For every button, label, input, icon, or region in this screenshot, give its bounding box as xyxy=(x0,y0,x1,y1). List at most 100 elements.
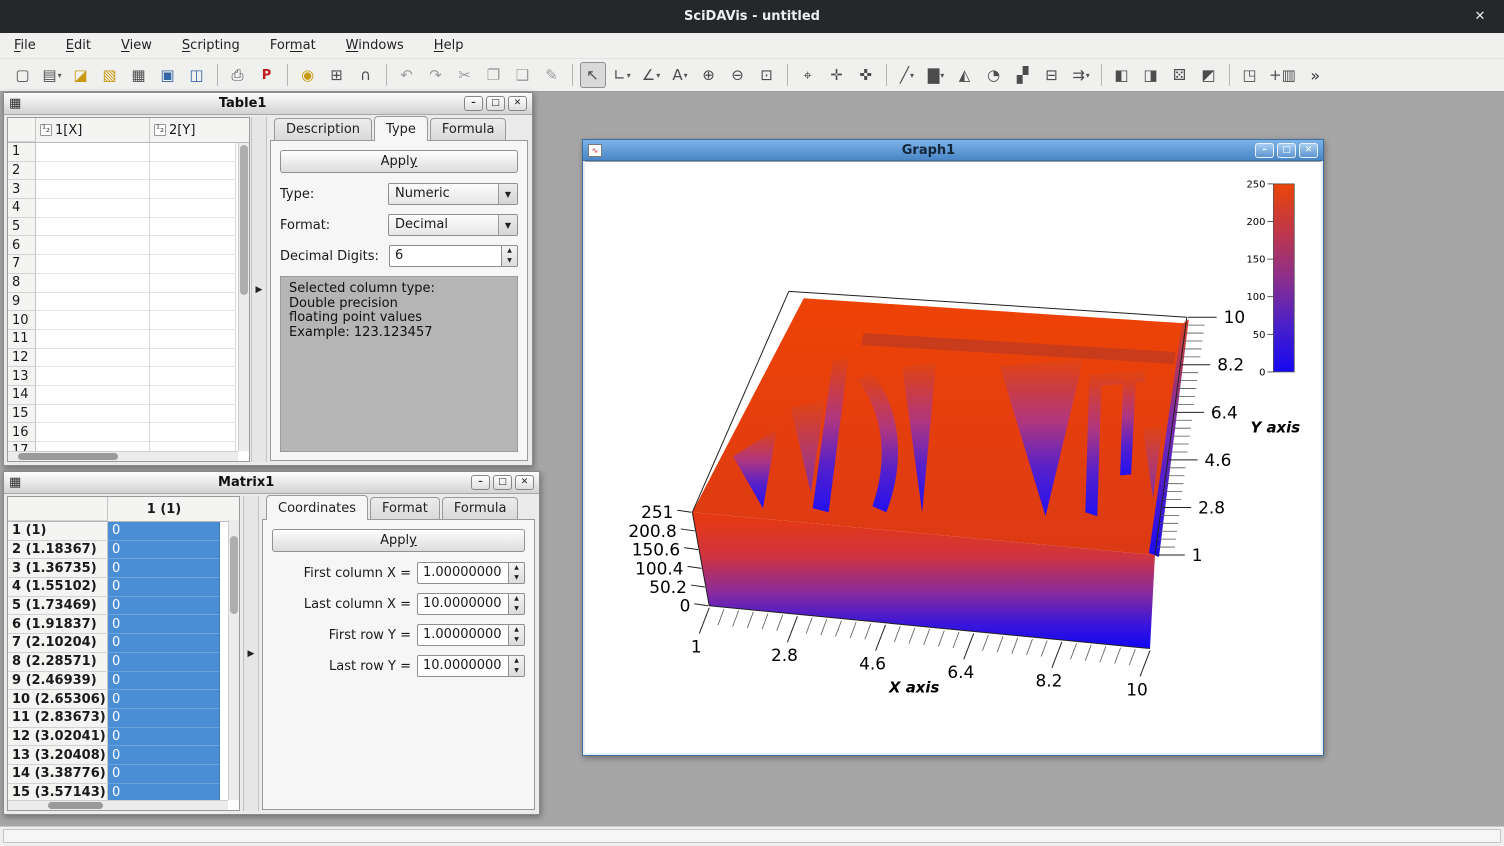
table1-panel-expander[interactable]: ▶ xyxy=(251,117,267,462)
spin-up-icon[interactable]: ▲ xyxy=(509,656,524,666)
graph1-titlebar[interactable]: ∿ Graph1 – □ ✕ xyxy=(583,140,1323,161)
spin-down-icon[interactable]: ▼ xyxy=(509,635,524,645)
spin-up-icon[interactable]: ▲ xyxy=(509,594,524,604)
table-row[interactable]: 8 xyxy=(8,274,249,293)
table-row[interactable]: 14 xyxy=(8,386,249,405)
separator[interactable] xyxy=(1101,64,1102,86)
cell-x[interactable] xyxy=(36,218,150,237)
matrix1-grid[interactable]: 1 (1) 1 (1) 0 2 (1.18367) 0 3 (1.3673 xyxy=(7,496,240,811)
matrix-row[interactable]: 6 (1.91837) 0 xyxy=(8,615,239,634)
print-icon[interactable]: ⎙ xyxy=(225,62,251,88)
undo-icon[interactable]: ↶ xyxy=(394,62,420,88)
cell-y[interactable] xyxy=(150,367,236,386)
table-row[interactable]: 5 xyxy=(8,218,249,237)
import-image-icon[interactable]: ▧ xyxy=(97,62,123,88)
cell-x[interactable] xyxy=(36,293,150,312)
cell-x[interactable] xyxy=(36,180,150,199)
graph1-window[interactable]: ∿ Graph1 – □ ✕ xyxy=(582,139,1324,756)
type-select[interactable]: Numeric ▼ xyxy=(388,183,518,205)
matrix-cell[interactable]: 0 xyxy=(108,709,220,728)
tab-formula[interactable]: Formula xyxy=(442,497,519,520)
matrix-row[interactable]: 4 (1.55102) 0 xyxy=(8,578,239,597)
find-icon[interactable]: ◉ xyxy=(295,62,321,88)
cell-y[interactable] xyxy=(150,386,236,405)
new-project-icon[interactable]: ▢ xyxy=(10,62,36,88)
matrix-cell[interactable]: 0 xyxy=(108,578,220,597)
matrix-cell[interactable]: 0 xyxy=(108,765,220,784)
plot3d-surface-icon[interactable]: ◧ xyxy=(1109,62,1135,88)
matrix-row[interactable]: 8 (2.28571) 0 xyxy=(8,653,239,672)
table-row[interactable]: 7 xyxy=(8,255,249,274)
apply-button[interactable]: Apply xyxy=(272,529,525,552)
matrix-cell[interactable]: 0 xyxy=(108,597,220,616)
cell-x[interactable] xyxy=(36,255,150,274)
save-project-icon[interactable]: ▣ xyxy=(155,62,181,88)
spin-up-icon[interactable]: ▲ xyxy=(509,625,524,635)
table-row[interactable]: 9 xyxy=(8,293,249,312)
lock-icon[interactable]: ∩ xyxy=(353,62,379,88)
matrix-row[interactable]: 12 (3.02041) 0 xyxy=(8,728,239,747)
cell-y[interactable] xyxy=(150,423,236,442)
plot3d-bars-icon[interactable]: ◨ xyxy=(1138,62,1164,88)
zoom-out-icon[interactable]: ⊖ xyxy=(725,62,751,88)
table1-vertical-scrollbar[interactable] xyxy=(238,143,249,451)
matrix-row[interactable]: 2 (1.18367) 0 xyxy=(8,541,239,560)
arrange-layers-icon[interactable]: ∠▾ xyxy=(638,62,664,88)
tab-description[interactable]: Description xyxy=(274,118,372,141)
graph1-canvas[interactable]: 251200.8150.6100.450.2012.84.66.48.210X … xyxy=(585,161,1321,753)
spin-down-icon[interactable]: ▼ xyxy=(509,573,524,583)
apply-button[interactable]: Apply xyxy=(280,150,518,173)
coordinate-stepper[interactable]: 1.00000000 ▲▼ xyxy=(417,624,525,646)
cell-y[interactable] xyxy=(150,162,236,181)
decimal-digits-stepper[interactable]: 6 ▲▼ xyxy=(389,245,518,267)
cell-x[interactable] xyxy=(36,330,150,349)
tab-type[interactable]: Type xyxy=(374,116,428,141)
cell-x[interactable] xyxy=(36,367,150,386)
resize-window-icon[interactable]: ◳ xyxy=(1237,62,1263,88)
cell-y[interactable] xyxy=(150,311,236,330)
matrix-cell[interactable]: 0 xyxy=(108,653,220,672)
matrix1-titlebar[interactable]: ▦ Matrix1 – □ ✕ xyxy=(4,472,539,494)
add-column-icon[interactable]: +▥ xyxy=(1266,62,1300,88)
overflow-icon[interactable]: » xyxy=(1303,62,1329,88)
preferences-table-icon[interactable]: ⊞ xyxy=(324,62,350,88)
save-template-icon[interactable]: ◫ xyxy=(184,62,210,88)
tab-format[interactable]: Format xyxy=(370,497,440,520)
open-project-icon[interactable]: ◪ xyxy=(68,62,94,88)
matrix-row[interactable]: 9 (2.46939) 0 xyxy=(8,672,239,691)
coordinate-stepper[interactable]: 1.00000000 ▲▼ xyxy=(417,562,525,584)
add-text-icon[interactable]: A▾ xyxy=(667,62,693,88)
menu-windows[interactable]: Windows xyxy=(344,36,406,55)
table-row[interactable]: 1 xyxy=(8,143,249,162)
plot-pie-icon[interactable]: ◔ xyxy=(981,62,1007,88)
tab-coordinates[interactable]: Coordinates xyxy=(266,495,368,520)
plot-box-icon[interactable]: ⊟ xyxy=(1039,62,1065,88)
matrix1-panel-expander[interactable]: ▶ xyxy=(243,496,259,811)
plot3d-contour-icon[interactable]: ◩ xyxy=(1196,62,1222,88)
cell-y[interactable] xyxy=(150,293,236,312)
maximize-button[interactable]: □ xyxy=(1277,143,1296,158)
cell-x[interactable] xyxy=(36,274,150,293)
coordinate-stepper[interactable]: 10.0000000 ▲▼ xyxy=(417,655,525,677)
cell-y[interactable] xyxy=(150,405,236,424)
redo-icon[interactable]: ↷ xyxy=(423,62,449,88)
plot-histogram-icon[interactable]: ▇▾ xyxy=(923,62,949,88)
minimize-button[interactable]: – xyxy=(464,96,483,111)
table1-grid[interactable]: ¹₂ 1[X] ¹₂ 2[Y] 1 2 xyxy=(7,117,250,462)
scrollbar-thumb[interactable] xyxy=(230,536,238,614)
maximize-button[interactable]: □ xyxy=(493,475,512,490)
add-layer-icon[interactable]: ∟▾ xyxy=(609,62,635,88)
column-header-2y[interactable]: ¹₂ 2[Y] xyxy=(150,118,236,142)
spin-up-icon[interactable]: ▲ xyxy=(509,563,524,573)
matrix-cell[interactable]: 0 xyxy=(108,672,220,691)
cut-icon[interactable]: ✂ xyxy=(452,62,478,88)
table-row[interactable]: 12 xyxy=(8,349,249,368)
table-row[interactable]: 10 xyxy=(8,311,249,330)
maximize-button[interactable]: □ xyxy=(486,96,505,111)
matrix-cell[interactable]: 0 xyxy=(108,690,220,709)
table-row[interactable]: 3 xyxy=(8,180,249,199)
copy-icon[interactable]: ❐ xyxy=(481,62,507,88)
minimize-button[interactable]: – xyxy=(1255,143,1274,158)
matrix-cell[interactable]: 0 xyxy=(108,615,220,634)
import-ascii-icon[interactable]: ▦ xyxy=(126,62,152,88)
